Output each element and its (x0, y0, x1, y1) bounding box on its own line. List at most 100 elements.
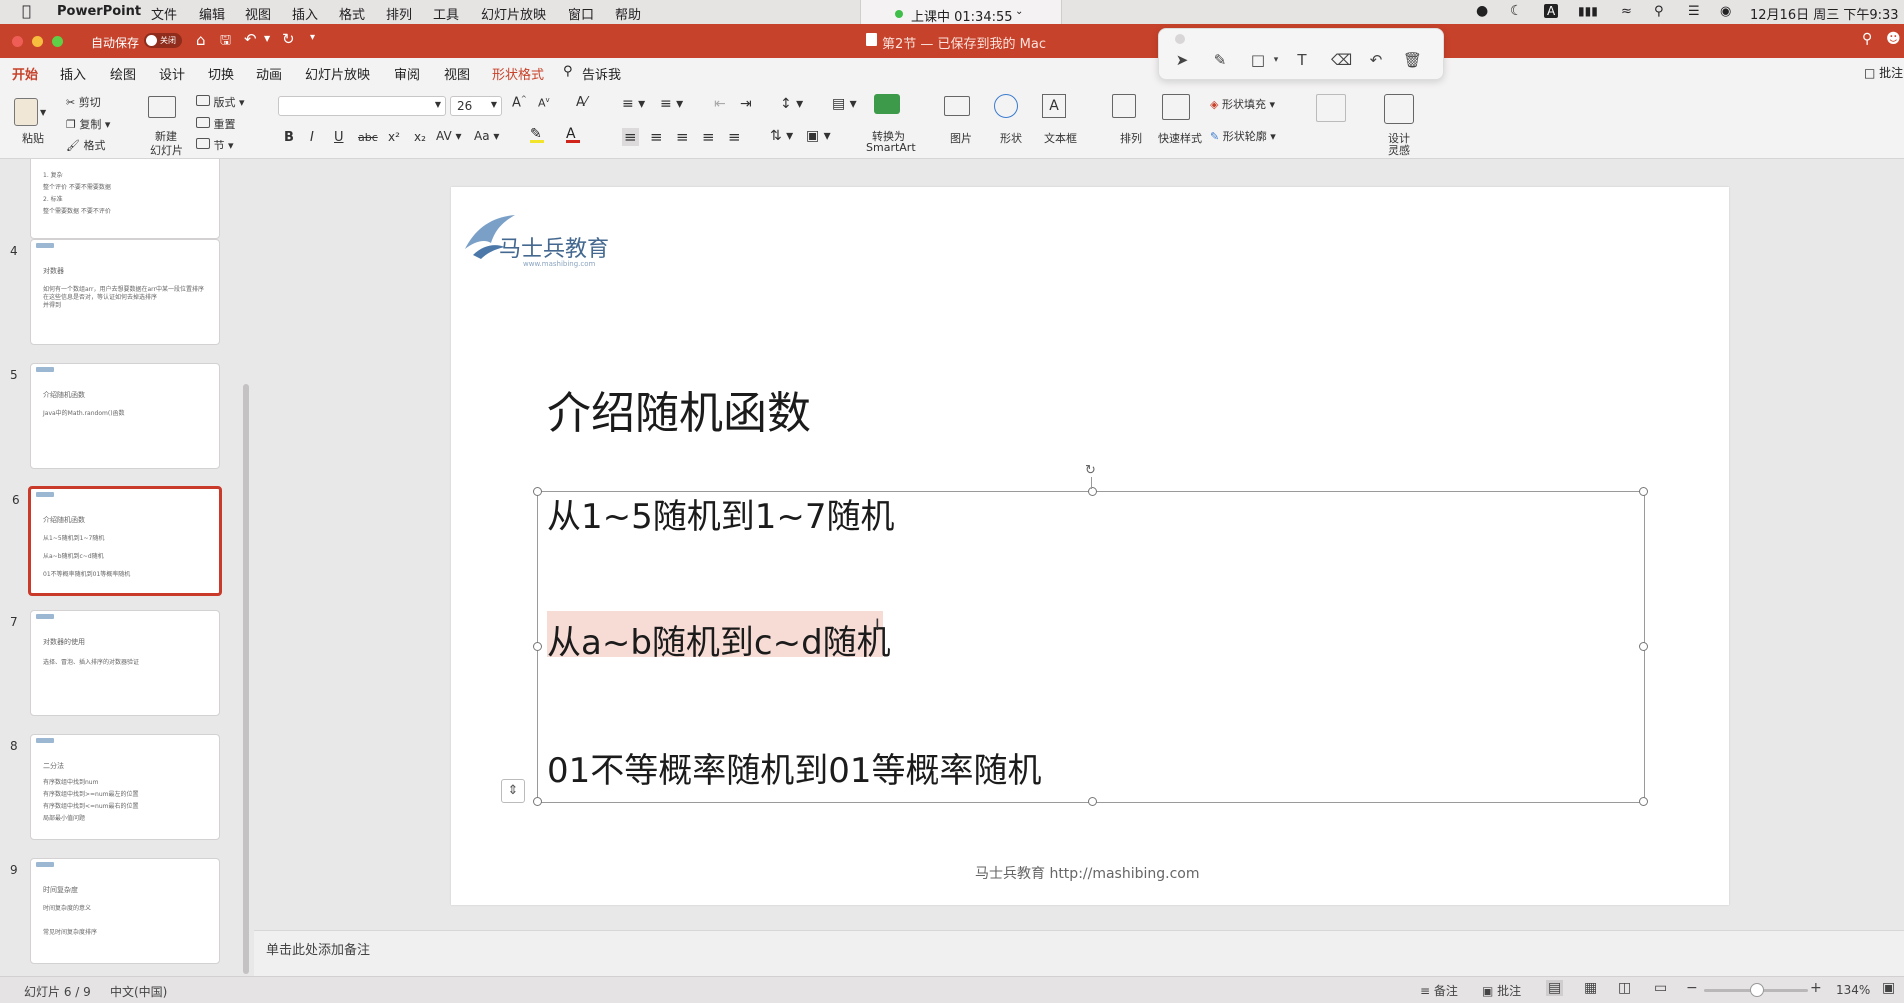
new-slide-icon[interactable] (148, 96, 176, 118)
slide-thumbnail[interactable]: 9 时间复杂度 时间复杂度的意义 常见时间复杂度排序 (10, 858, 220, 964)
change-case-icon[interactable]: Aa ▾ (474, 129, 499, 143)
slide-thumbnail[interactable]: 4 对数器 如何有一个数组arr，用户去想要数据在arr中某一段位置排序 在这些… (10, 239, 220, 345)
tab-insert[interactable]: 插入 (60, 64, 86, 83)
search-icon[interactable]: ⚲ (1862, 31, 1872, 47)
tab-slideshow[interactable]: 幻灯片放映 (305, 64, 370, 83)
pointer-icon[interactable]: ➤ (1173, 51, 1191, 69)
increase-indent-icon[interactable]: ⇥ (740, 96, 752, 112)
menu-edit[interactable]: 编辑 (199, 4, 225, 23)
resize-handle[interactable] (1088, 797, 1097, 806)
close-window-button[interactable] (12, 36, 23, 47)
pen-icon[interactable]: ✎ (1211, 51, 1229, 69)
decrease-font-icon[interactable]: Av (538, 96, 550, 110)
font-color-icon[interactable]: A (566, 126, 580, 143)
bullet-item-selected[interactable]: 从a~b随机到c~d随机 (547, 615, 891, 664)
autosave-toggle[interactable]: 关闭 (144, 33, 182, 48)
numbering-icon[interactable]: ≡ ▾ (660, 96, 683, 112)
customize-toolbar-icon[interactable]: ▾ (310, 32, 315, 43)
drag-handle[interactable] (1175, 34, 1185, 44)
text-icon[interactable]: T (1293, 51, 1311, 69)
quick-style-icon[interactable] (1162, 94, 1190, 120)
save-icon[interactable]: 🖫 (220, 31, 231, 53)
fit-to-window-icon[interactable]: ▣ (1882, 980, 1895, 996)
section-button[interactable]: 节 ▾ (196, 137, 234, 153)
tab-view[interactable]: 视图 (444, 64, 470, 83)
design-ideas-icon[interactable] (1384, 94, 1414, 124)
underline-button[interactable]: U (334, 130, 344, 145)
resize-handle[interactable] (533, 797, 542, 806)
tab-shape-format[interactable]: 形状格式 (492, 64, 544, 83)
undo-icon[interactable]: ↶ (1367, 51, 1385, 69)
smartart-label-2[interactable]: SmartArt (866, 141, 916, 154)
notes-pane[interactable]: 单击此处添加备注 (254, 930, 1904, 977)
zoom-in-icon[interactable]: + (1810, 980, 1822, 996)
subscript-button[interactable]: x₂ (414, 130, 426, 144)
slide-thumbnail[interactable]: 8 二分法 有序数组中找到num 有序数组中找到>=num最左的位置 有序数组中… (10, 734, 220, 840)
zoom-out-icon[interactable]: − (1686, 980, 1698, 996)
tab-draw[interactable]: 绘图 (110, 64, 136, 83)
font-name-field[interactable]: ▼ (278, 96, 446, 116)
slide-thumbnail-selected[interactable]: 6 介绍随机函数 从1~5随机到1~7随机 从a~b随机到c~d随机 01不等概… (12, 486, 222, 596)
slide-thumbnail[interactable]: 1. 复杂 整个评价 不要不需要数据 2. 标准 整个需要数据 不要不评价 (30, 159, 220, 239)
decrease-indent-icon[interactable]: ⇤ (714, 96, 726, 112)
resize-handle[interactable] (533, 642, 542, 651)
comments-button[interactable]: □ 批注 (1864, 64, 1903, 81)
resize-handle[interactable] (1639, 642, 1648, 651)
cut-button[interactable]: ✂ 剪切 (66, 94, 101, 110)
zoom-level[interactable]: 134% (1836, 983, 1870, 997)
textbox-icon[interactable]: A (1042, 94, 1066, 118)
menu-tools[interactable]: 工具 (433, 4, 459, 23)
strikethrough-button[interactable]: abc (358, 131, 378, 144)
increase-font-icon[interactable]: A^ (512, 95, 527, 110)
eraser-icon[interactable]: ⌫ (1331, 51, 1352, 69)
tell-me-search[interactable]: 告诉我 (582, 64, 621, 83)
resize-handle[interactable] (1088, 487, 1097, 496)
smartart-icon[interactable] (874, 94, 900, 114)
char-spacing-icon[interactable]: AV ▾ (436, 129, 462, 143)
menu-file[interactable]: 文件 (151, 4, 177, 23)
notes-toggle-button[interactable]: ≡ 备注 (1420, 982, 1458, 999)
apple-icon[interactable]:  (22, 2, 31, 20)
share-icon[interactable]: ☻ (1886, 31, 1901, 47)
bold-button[interactable]: B (284, 130, 294, 145)
align-right-icon[interactable]: ≡ (676, 128, 689, 146)
dictate-icon[interactable] (1316, 94, 1346, 122)
menu-view[interactable]: 视图 (245, 4, 271, 23)
tab-animations[interactable]: 动画 (256, 64, 282, 83)
menu-slideshow[interactable]: 幻灯片放映 (481, 4, 546, 23)
justify-icon[interactable]: ≡ (702, 128, 715, 146)
bullets-icon[interactable]: ≡ ▾ (622, 96, 645, 112)
quick-style-label[interactable]: 快速样式 (1158, 130, 1202, 146)
slide-footer[interactable]: 马士兵教育 http://mashibing.com (975, 863, 1200, 883)
undo-dropdown-icon[interactable]: ▼ (264, 34, 270, 43)
format-painter-button[interactable]: 🖌 格式 (66, 137, 105, 153)
font-size-field[interactable]: 26 ▼ (450, 96, 502, 116)
align-center-icon[interactable]: ≡ (650, 128, 663, 146)
rectangle-icon[interactable]: □ (1249, 51, 1267, 69)
italic-button[interactable]: I (310, 130, 314, 145)
slide-thumbnail[interactable]: 5 介绍随机函数 Java中的Math.random()函数 (10, 363, 220, 469)
rotate-handle-icon[interactable]: ↻ (1085, 463, 1096, 478)
app-status-icon[interactable]: ● (1476, 3, 1488, 19)
siri-icon[interactable]: ◉ (1720, 4, 1731, 19)
input-source-icon[interactable]: A (1544, 4, 1559, 18)
new-slide-label-2[interactable]: 幻灯片 (150, 142, 183, 158)
moon-icon[interactable]: ☾ (1510, 3, 1523, 19)
slide-thumbnail[interactable]: 7 对数器的使用 选择、冒泡、插入排序的对数器验证 (10, 610, 220, 716)
picture-icon[interactable] (944, 96, 970, 116)
minimize-window-button[interactable] (32, 36, 43, 47)
shape-outline-button[interactable]: ✎ 形状轮廓 ▾ (1210, 128, 1276, 144)
align-left-icon[interactable]: ≡ (622, 128, 639, 146)
menu-format[interactable]: 格式 (339, 4, 365, 23)
columns-icon[interactable]: ▤ ▾ (832, 96, 857, 112)
slide-canvas[interactable]: 马士兵教育 www.mashibing.com 介绍随机函数 ↻ ⇕ 从1~5随… (451, 187, 1729, 905)
paste-button[interactable]: 粘贴 (22, 130, 44, 146)
text-direction-icon[interactable]: ⇅ ▾ (770, 128, 793, 144)
distribute-icon[interactable]: ≡ (728, 128, 741, 146)
arrange-label[interactable]: 排列 (1120, 130, 1142, 146)
shape-fill-button[interactable]: ◈ 形状填充 ▾ (1210, 96, 1275, 112)
tab-home[interactable]: 开始 (12, 64, 39, 88)
copy-button[interactable]: ❐ 复制 ▾ (66, 116, 110, 132)
zoom-window-button[interactable] (52, 36, 63, 47)
slide-sorter-icon[interactable]: ▦ (1584, 980, 1597, 996)
